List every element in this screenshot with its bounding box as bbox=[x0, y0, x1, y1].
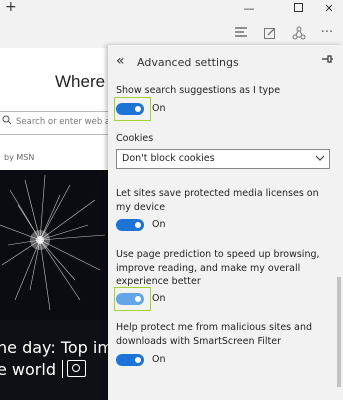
note-icon[interactable] bbox=[262, 26, 278, 40]
cookies-label: Cookies bbox=[116, 133, 154, 144]
toggle-state: On bbox=[152, 219, 166, 230]
new-tab-button[interactable]: + bbox=[5, 0, 17, 15]
cookies-dropdown[interactable]: Don't block cookies bbox=[116, 149, 330, 169]
share-icon[interactable] bbox=[291, 26, 307, 40]
minimize-button[interactable]: — bbox=[238, 1, 260, 17]
toggle-knob bbox=[135, 106, 141, 112]
msn-byline: by MSN bbox=[4, 153, 35, 162]
smartscreen-label: Help protect me from malicious sites and… bbox=[116, 322, 313, 347]
search-suggestions-label: Show search suggestions as I type bbox=[116, 85, 281, 96]
pin-icon[interactable] bbox=[321, 54, 334, 67]
maximize-icon bbox=[293, 3, 303, 12]
new-tab-heading: Where t bbox=[55, 72, 115, 91]
photo-caption-line2: e world bbox=[0, 360, 56, 379]
toggle-state: On bbox=[152, 293, 166, 304]
camera-icon[interactable] bbox=[67, 360, 86, 377]
smartscreen-toggle[interactable] bbox=[116, 354, 144, 366]
pane-header: « Advanced settings bbox=[108, 45, 343, 78]
cookies-selected-value: Don't block cookies bbox=[122, 153, 215, 164]
toggle-knob bbox=[135, 357, 141, 363]
page-prediction-toggle[interactable] bbox=[116, 293, 144, 305]
maximize-button[interactable] bbox=[287, 1, 309, 17]
browser-toolbar: ··· bbox=[0, 18, 343, 48]
search-placeholder: Search or enter web add bbox=[16, 117, 121, 127]
toggle-state: On bbox=[152, 103, 166, 114]
close-button[interactable]: ✕ bbox=[318, 1, 340, 17]
title-bar: + — ✕ bbox=[0, 0, 343, 18]
hub-icon[interactable] bbox=[233, 26, 249, 40]
search-icon bbox=[2, 115, 12, 128]
toggle-knob bbox=[135, 222, 141, 228]
advanced-settings-pane: « Advanced settings Show search suggesti… bbox=[108, 45, 343, 400]
back-button[interactable]: « bbox=[116, 53, 125, 69]
page-prediction-label: Use page prediction to speed up browsing… bbox=[116, 249, 320, 287]
toggle-knob bbox=[135, 296, 141, 302]
media-licenses-label: Let sites save protected media licenses … bbox=[116, 188, 319, 213]
search-input[interactable]: Search or enter web add bbox=[0, 111, 121, 135]
more-icon[interactable]: ··· bbox=[319, 26, 335, 40]
toggle-state: On bbox=[152, 354, 166, 365]
photo-caption-line1: he day: Top im bbox=[0, 338, 113, 357]
pane-title: Advanced settings bbox=[137, 56, 239, 69]
search-suggestions-toggle[interactable] bbox=[116, 103, 144, 115]
pane-scrollbar[interactable] bbox=[337, 277, 341, 387]
chevron-down-icon bbox=[315, 151, 325, 168]
fireworks-photo[interactable]: he day: Top im e world bbox=[0, 170, 113, 400]
caption-divider bbox=[62, 360, 63, 378]
media-licenses-toggle[interactable] bbox=[116, 219, 144, 231]
